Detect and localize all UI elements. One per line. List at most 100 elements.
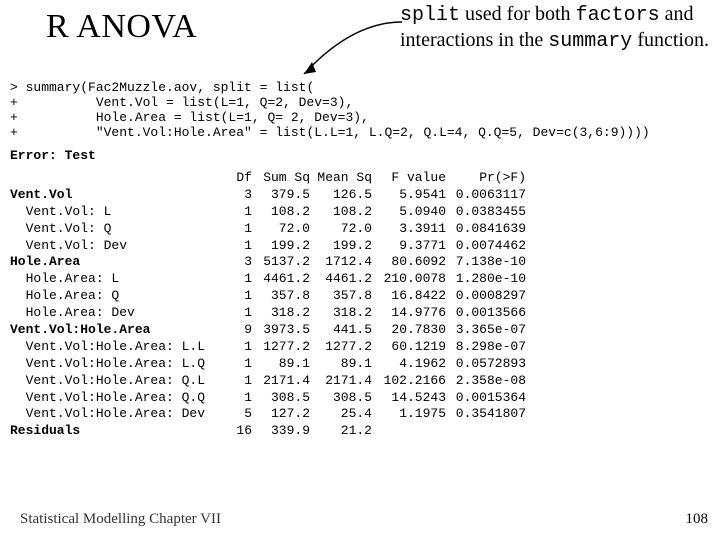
- hdr-sumsq: Sum Sq: [252, 170, 310, 187]
- cell-fvalue: 5.9541: [372, 187, 446, 204]
- cell-meansq: 1712.4: [310, 254, 372, 271]
- hdr-blank: [10, 170, 226, 187]
- cell-label: Vent.Vol:Hole.Area: L.L: [10, 339, 226, 356]
- hdr-df: Df: [226, 170, 252, 187]
- cell-meansq: 21.2: [310, 423, 372, 440]
- table-row: Vent.Vol: Dev1199.2199.29.37710.0074462: [10, 238, 526, 255]
- cell-sumsq: 379.5: [252, 187, 310, 204]
- cell-prf: [446, 423, 526, 440]
- cell-fvalue: 102.2166: [372, 373, 446, 390]
- cell-sumsq: 2171.4: [252, 373, 310, 390]
- table-row: Vent.Vol3379.5126.55.95410.0063117: [10, 187, 526, 204]
- cell-df: 1: [226, 390, 252, 407]
- table-row: Vent.Vol:Hole.Area: L.L11277.21277.260.1…: [10, 339, 526, 356]
- cell-label: Vent.Vol:Hole.Area: [10, 322, 226, 339]
- cell-sumsq: 5137.2: [252, 254, 310, 271]
- slide-title: R ANOVA: [46, 8, 197, 46]
- cell-meansq: 72.0: [310, 221, 372, 238]
- cell-label: Vent.Vol:Hole.Area: L.Q: [10, 356, 226, 373]
- cell-fvalue: 210.0078: [372, 271, 446, 288]
- cell-meansq: 126.5: [310, 187, 372, 204]
- footer-text: Statistical Modelling Chapter VII: [20, 511, 221, 528]
- table-header-row: Df Sum Sq Mean Sq F value Pr(>F): [10, 170, 526, 187]
- table-row: Hole.Area: Q1357.8357.816.84220.0008297: [10, 288, 526, 305]
- table-row: Hole.Area: Dev1318.2318.214.97760.001356…: [10, 305, 526, 322]
- cell-sumsq: 89.1: [252, 356, 310, 373]
- cell-prf: 3.365e-07: [446, 322, 526, 339]
- cell-label: Vent.Vol:Hole.Area: Q.L: [10, 373, 226, 390]
- cell-df: 3: [226, 254, 252, 271]
- cell-df: 5: [226, 406, 252, 423]
- cell-fvalue: 20.7830: [372, 322, 446, 339]
- page-number: 108: [686, 511, 709, 528]
- cell-fvalue: 3.3911: [372, 221, 446, 238]
- cell-prf: 1.280e-10: [446, 271, 526, 288]
- annotation-txt-1: used for both: [460, 3, 576, 25]
- table-row: Residuals16339.921.2: [10, 423, 526, 440]
- cell-df: 1: [226, 221, 252, 238]
- error-line: Error: Test: [10, 148, 96, 163]
- cell-df: 1: [226, 238, 252, 255]
- table-row: Vent.Vol:Hole.Area: Q.Q1308.5308.514.524…: [10, 390, 526, 407]
- cell-label: Vent.Vol: [10, 187, 226, 204]
- table-row: Hole.Area: L14461.24461.2210.00781.280e-…: [10, 271, 526, 288]
- cell-label: Hole.Area: Dev: [10, 305, 226, 322]
- cell-sumsq: 318.2: [252, 305, 310, 322]
- cell-label: Vent.Vol: L: [10, 204, 226, 221]
- hdr-fvalue: F value: [372, 170, 446, 187]
- hdr-prf: Pr(>F): [446, 170, 526, 187]
- cell-prf: 0.0008297: [446, 288, 526, 305]
- cell-label: Vent.Vol:Hole.Area: Dev: [10, 406, 226, 423]
- cell-label: Hole.Area: L: [10, 271, 226, 288]
- cell-meansq: 2171.4: [310, 373, 372, 390]
- annotation-mono-split: split: [400, 4, 460, 27]
- cell-df: 1: [226, 373, 252, 390]
- cell-fvalue: 5.0940: [372, 204, 446, 221]
- cell-fvalue: 80.6092: [372, 254, 446, 271]
- cell-meansq: 441.5: [310, 322, 372, 339]
- cell-label: Hole.Area: Q: [10, 288, 226, 305]
- cell-fvalue: 14.5243: [372, 390, 446, 407]
- table-row: Vent.Vol:Hole.Area: Dev5127.225.41.19750…: [10, 406, 526, 423]
- cell-prf: 2.358e-08: [446, 373, 526, 390]
- code-line-3: + Hole.Area = list(L=1, Q= 2, Dev=3),: [10, 110, 369, 125]
- cell-df: 1: [226, 339, 252, 356]
- cell-df: 1: [226, 288, 252, 305]
- cell-meansq: 25.4: [310, 406, 372, 423]
- cell-label: Residuals: [10, 423, 226, 440]
- cell-sumsq: 199.2: [252, 238, 310, 255]
- table-row: Vent.Vol:Hole.Area: Q.L12171.42171.4102.…: [10, 373, 526, 390]
- cell-meansq: 108.2: [310, 204, 372, 221]
- cell-meansq: 4461.2: [310, 271, 372, 288]
- cell-df: 16: [226, 423, 252, 440]
- table-row: Vent.Vol: Q172.072.03.39110.0841639: [10, 221, 526, 238]
- hdr-meansq: Mean Sq: [310, 170, 372, 187]
- cell-df: 1: [226, 204, 252, 221]
- table-row: Hole.Area35137.21712.480.60927.138e-10: [10, 254, 526, 271]
- cell-label: Vent.Vol: Dev: [10, 238, 226, 255]
- cell-fvalue: 9.3771: [372, 238, 446, 255]
- cell-prf: 0.0572893: [446, 356, 526, 373]
- cell-meansq: 1277.2: [310, 339, 372, 356]
- cell-df: 3: [226, 187, 252, 204]
- cell-label: Vent.Vol: Q: [10, 221, 226, 238]
- cell-meansq: 308.5: [310, 390, 372, 407]
- cell-meansq: 199.2: [310, 238, 372, 255]
- cell-label: Vent.Vol:Hole.Area: Q.Q: [10, 390, 226, 407]
- cell-prf: 0.0063117: [446, 187, 526, 204]
- annotation-mono-summary: summary: [548, 30, 632, 53]
- annotation-txt-3: function.: [632, 29, 709, 51]
- cell-prf: 0.0013566: [446, 305, 526, 322]
- code-line-4: + "Vent.Vol:Hole.Area" = list(L.L=1, L.Q…: [10, 125, 650, 140]
- code-line-1: > summary(Fac2Muzzle.aov, split = list(: [10, 80, 314, 95]
- cell-prf: 8.298e-07: [446, 339, 526, 356]
- cell-fvalue: [372, 423, 446, 440]
- table-row: Vent.Vol:Hole.Area: L.Q189.189.14.19620.…: [10, 356, 526, 373]
- cell-df: 1: [226, 305, 252, 322]
- annotation-mono-factors: factors: [576, 4, 660, 27]
- cell-prf: 0.0015364: [446, 390, 526, 407]
- cell-prf: 0.3541807: [446, 406, 526, 423]
- cell-df: 1: [226, 271, 252, 288]
- annotation-text: split used for both factors and interact…: [400, 2, 710, 54]
- cell-prf: 0.0841639: [446, 221, 526, 238]
